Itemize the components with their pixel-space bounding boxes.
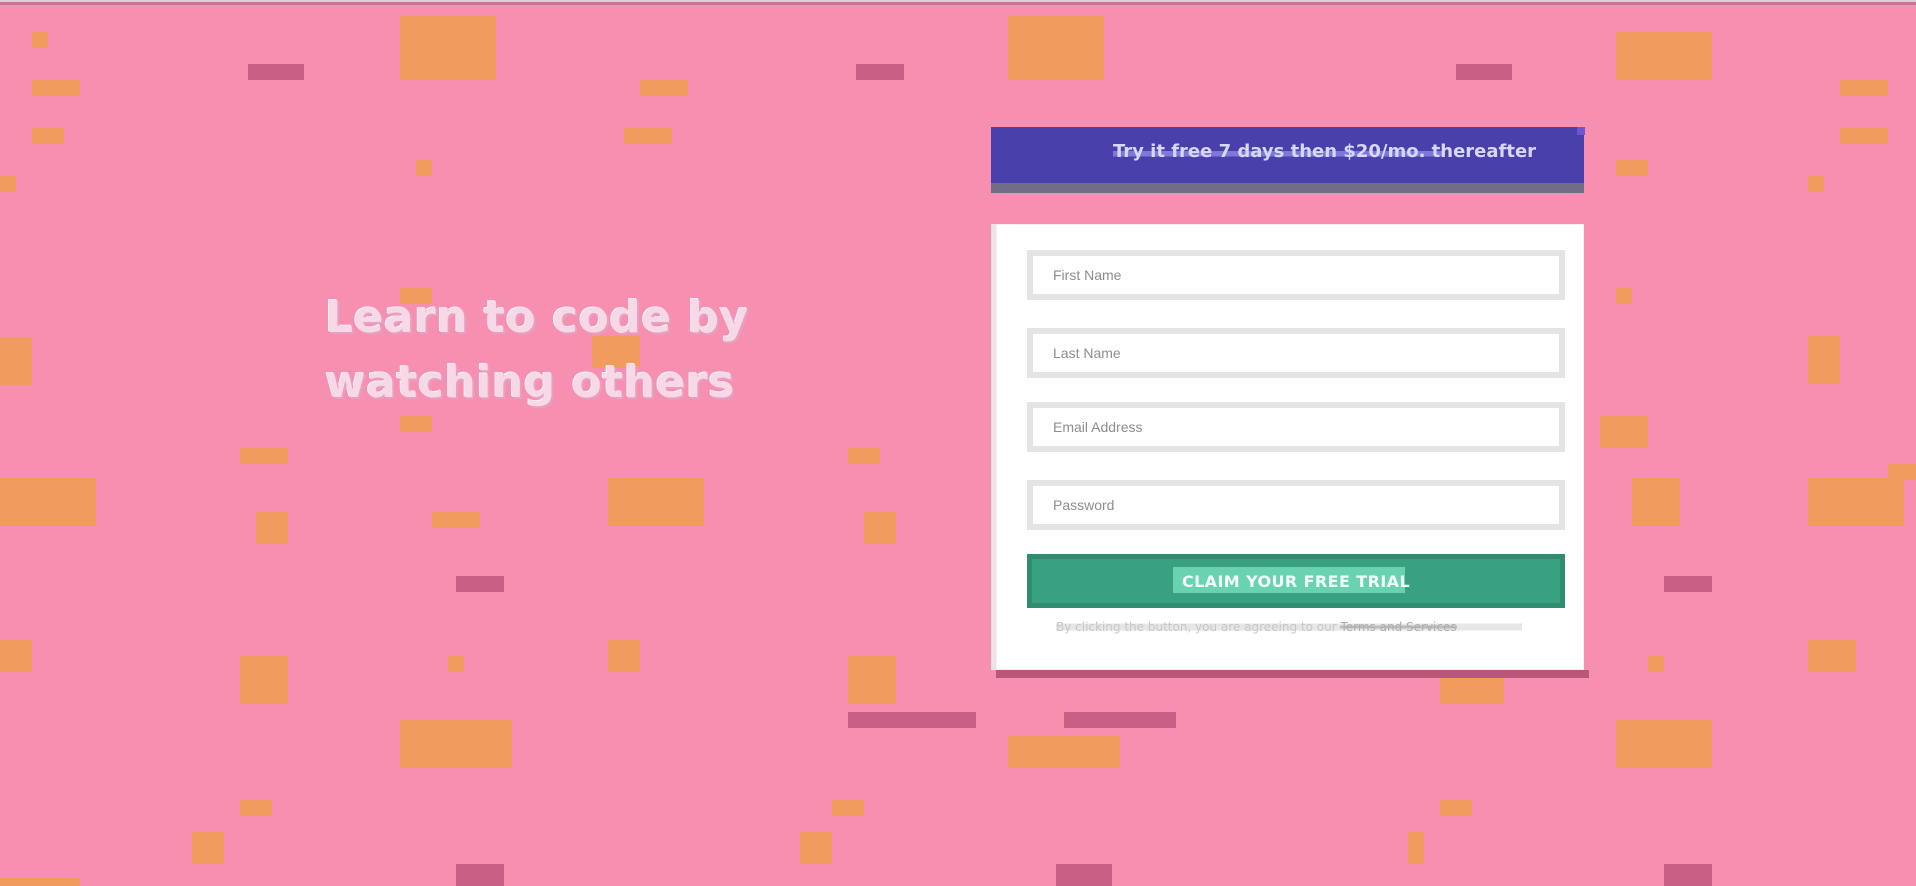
background-pixel-block [1840, 80, 1888, 96]
background-pixel-block [0, 640, 32, 672]
background-pixel-block [800, 832, 832, 864]
background-pixel-block [0, 478, 96, 526]
background-pixel-block [1616, 160, 1648, 176]
claim-free-trial-label: CLAIM YOUR FREE TRIAL [1181, 571, 1411, 591]
background-pixel-block [248, 64, 304, 80]
password-input[interactable] [1027, 480, 1565, 530]
first-name-input[interactable] [1027, 250, 1565, 300]
background-pixel-block [416, 160, 432, 176]
background-pixel-block [0, 176, 16, 192]
background-pixel-block [1632, 478, 1680, 526]
background-pixel-block [240, 800, 272, 816]
background-pixel-block [1888, 464, 1916, 480]
background-pixel-block [1664, 576, 1712, 592]
promo-text: Try it free 7 days then $20/mo. thereaft… [1113, 141, 1537, 163]
background-pixel-block [400, 416, 432, 432]
background-pixel-block [1808, 478, 1904, 526]
promo-banner: Try it free 7 days then $20/mo. thereaft… [991, 127, 1585, 193]
background-pixel-block [1648, 656, 1664, 672]
last-name-input[interactable] [1027, 328, 1565, 378]
background-pixel-block [192, 832, 224, 864]
background-pixel-block [0, 878, 80, 886]
background-pixel-block [1440, 800, 1472, 816]
background-pixel-block [1616, 288, 1632, 304]
background-pixel-block [400, 16, 496, 80]
hero-headline: Learn to code by watching others [325, 285, 749, 415]
background-pixel-block [32, 80, 80, 96]
hero-headline-line: Learn to code by [325, 292, 749, 343]
top-border-line [0, 0, 1916, 6]
background-pixel-block [1456, 64, 1512, 80]
background-pixel-block [240, 448, 288, 464]
background-pixel-block [1600, 416, 1648, 448]
background-pixel-block [456, 576, 504, 592]
hero-headline-line: watching others [325, 357, 735, 408]
landing-page: Learn to code by watching others Try it … [0, 0, 1916, 886]
terms-link[interactable]: Terms and Services [1340, 620, 1457, 634]
background-pixel-block [1064, 712, 1176, 728]
background-pixel-block [1840, 128, 1888, 144]
background-pixel-block [32, 128, 64, 144]
email-input[interactable] [1027, 402, 1565, 452]
background-pixel-block [848, 712, 976, 728]
background-pixel-block [1616, 32, 1712, 80]
background-pixel-block [832, 800, 864, 816]
background-pixel-block [624, 128, 672, 144]
background-pixel-block [1808, 176, 1824, 192]
background-pixel-block [1008, 16, 1104, 80]
background-pixel-block [1008, 736, 1120, 768]
background-pixel-block [864, 512, 896, 544]
background-pixel-block [1408, 832, 1424, 864]
background-pixel-block [1616, 720, 1712, 768]
background-pixel-block [240, 656, 288, 704]
signup-form: CLAIM YOUR FREE TRIAL By clicking the bu… [991, 224, 1589, 678]
background-pixel-block [432, 512, 480, 528]
background-pixel-block [608, 640, 640, 672]
background-pixel-block [456, 864, 504, 886]
background-pixel-block [608, 478, 704, 526]
background-pixel-block [400, 720, 512, 768]
background-pixel-block [1808, 640, 1856, 672]
background-pixel-block [848, 448, 880, 464]
background-pixel-block [1664, 864, 1712, 886]
background-pixel-block [448, 656, 464, 672]
background-pixel-block [32, 32, 48, 48]
background-pixel-block [256, 512, 288, 544]
terms-prefix: By clicking the button, you are agreeing… [1056, 620, 1341, 634]
claim-free-trial-button[interactable]: CLAIM YOUR FREE TRIAL [1027, 554, 1565, 608]
background-pixel-block [848, 656, 896, 704]
background-pixel-block [1056, 864, 1112, 886]
background-pixel-block [856, 64, 904, 80]
background-pixel-block [0, 337, 32, 385]
terms-text: By clicking the button, you are agreeing… [1056, 618, 1522, 636]
background-pixel-block [1808, 336, 1840, 384]
background-pixel-block [640, 80, 688, 96]
